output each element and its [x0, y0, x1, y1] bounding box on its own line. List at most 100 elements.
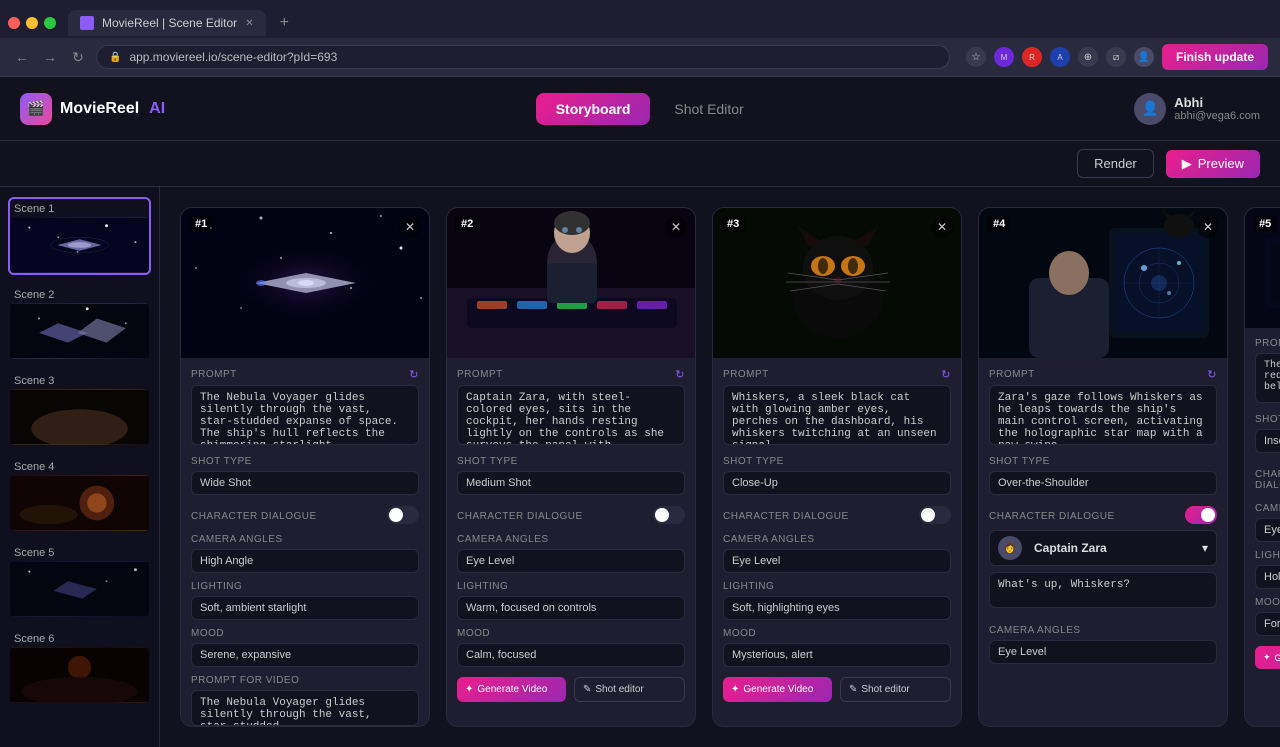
scene-3-thumb: [10, 389, 149, 445]
extension-icon-1[interactable]: M: [994, 47, 1014, 67]
shot-3-prompt-label: PROMPT ↻: [723, 368, 951, 381]
shot-2-prompt-input[interactable]: [457, 385, 685, 445]
shot-4-dialogue-input[interactable]: [989, 572, 1217, 608]
sidebar-item-scene-2[interactable]: Scene 2: [8, 283, 151, 361]
shot-5-mood-input[interactable]: [1255, 612, 1280, 636]
app-logo: 🎬 MovieReel AI: [20, 93, 165, 125]
edit-icon: ✎: [583, 684, 591, 695]
profile-icon[interactable]: 👤: [1134, 47, 1154, 67]
generate-icon-5: ✦: [1263, 652, 1271, 663]
shot-2-close-button[interactable]: ✕: [665, 216, 687, 238]
shot-1-close-button[interactable]: ✕: [399, 216, 421, 238]
shot-2-generate-video-button[interactable]: ✦ Generate Video: [457, 677, 566, 702]
new-tab-button[interactable]: +: [270, 8, 299, 38]
sidebar-item-scene-1[interactable]: Scene 1: [8, 197, 151, 275]
tab-storyboard[interactable]: Storyboard: [536, 93, 651, 125]
scene-6-label: Scene 6: [10, 629, 149, 647]
sidebar-item-scene-6[interactable]: Scene 6: [8, 627, 151, 705]
shot-3-camera-input[interactable]: [723, 549, 951, 573]
shot-5-prompt-input[interactable]: [1255, 353, 1280, 403]
back-button[interactable]: ←: [12, 49, 32, 65]
generate-icon: ✦: [465, 684, 473, 695]
shot-2-lighting-input[interactable]: [457, 596, 685, 620]
extension-icon-4[interactable]: ⊕: [1078, 47, 1098, 67]
play-icon: ▶: [1182, 156, 1192, 172]
tab-shot-editor[interactable]: Shot Editor: [654, 93, 763, 125]
shot-5-char-dialogue-label: CHARACTER DIALO...: [1255, 469, 1280, 491]
shot-3-shot-editor-button[interactable]: ✎ Shot editor: [840, 677, 951, 702]
shot-1-mood-input[interactable]: [191, 643, 419, 667]
shot-1-char-dialogue-toggle[interactable]: [387, 506, 419, 524]
user-avatar: 👤: [1134, 93, 1166, 125]
shot-4-close-button[interactable]: ✕: [1197, 216, 1219, 238]
shot-5-action-row: ✦ Generate Vi...: [1255, 646, 1280, 669]
shot-card-1: #1 ✕ PROMPT ↻ SHOT TYPE CHARACTER DIALOG…: [180, 207, 430, 727]
shot-2-mood-input[interactable]: [457, 643, 685, 667]
shot-2-camera-input[interactable]: [457, 549, 685, 573]
shot-2-shot-type-label: SHOT TYPE: [457, 456, 685, 467]
shot-3-close-button[interactable]: ✕: [931, 216, 953, 238]
sidebar-item-scene-5[interactable]: Scene 5: [8, 541, 151, 619]
shot-2-refresh-button[interactable]: ↻: [675, 368, 685, 381]
shot-card-3: #3 ✕ PROMPT ↻ SHOT TYPE CHARACTER DIALOG…: [712, 207, 962, 727]
maximize-window-button[interactable]: [44, 17, 56, 29]
shot-5-shot-type-input[interactable]: [1255, 429, 1280, 453]
extension-icon-3[interactable]: A: [1050, 47, 1070, 67]
shot-1-lighting-input[interactable]: [191, 596, 419, 620]
shot-3-generate-video-button[interactable]: ✦ Generate Video: [723, 677, 832, 702]
url-text: app.moviereel.io/scene-editor?pId=693: [129, 50, 337, 64]
shot-2-shot-editor-button[interactable]: ✎ Shot editor: [574, 677, 685, 702]
shot-1-refresh-button[interactable]: ↻: [409, 368, 419, 381]
scene-2-thumb: [10, 303, 149, 359]
shot-1-shot-type-input[interactable]: [191, 471, 419, 495]
canvas-area: #1 ✕ PROMPT ↻ SHOT TYPE CHARACTER DIALOG…: [160, 187, 1280, 747]
close-window-button[interactable]: [8, 17, 20, 29]
bookmark-icon[interactable]: ☆: [966, 47, 986, 67]
browser-actions: ☆ M R A ⊕ ⧄ 👤 Finish update: [966, 44, 1268, 70]
shot-3-prompt-input[interactable]: [723, 385, 951, 445]
shot-5-generate-video-button[interactable]: ✦ Generate Vi...: [1255, 646, 1280, 669]
shot-4-prompt-input[interactable]: [989, 385, 1217, 445]
shot-5-lighting-input[interactable]: [1255, 565, 1280, 589]
shot-1-prompt-label: PROMPT ↻: [191, 368, 419, 381]
url-bar[interactable]: 🔒 app.moviereel.io/scene-editor?pId=693: [96, 45, 950, 69]
shot-4-char-dialogue-toggle[interactable]: [1185, 506, 1217, 524]
shot-4-content: PROMPT ↻ SHOT TYPE CHARACTER DIALOGUE 👩: [979, 358, 1227, 674]
shot-3-refresh-button[interactable]: ↻: [941, 368, 951, 381]
shot-5-camera-input[interactable]: [1255, 518, 1280, 542]
shot-1-prompt-video-input[interactable]: [191, 690, 419, 726]
shot-4-camera-input[interactable]: [989, 640, 1217, 664]
shot-2-char-dialogue-toggle[interactable]: [653, 506, 685, 524]
shot-1-camera-input[interactable]: [191, 549, 419, 573]
shot-3-char-dialogue-toggle[interactable]: [919, 506, 951, 524]
shot-4-char-select[interactable]: 👩 Captain Zara ▾: [989, 530, 1217, 566]
shot-1-lighting-label: LIGHTING: [191, 581, 419, 592]
shot-2-content: PROMPT ↻ SHOT TYPE CHARACTER DIALOGUE CA…: [447, 358, 695, 712]
tab-close-button[interactable]: ✕: [245, 18, 253, 29]
shot-4-shot-type-input[interactable]: [989, 471, 1217, 495]
forward-button[interactable]: →: [40, 49, 60, 65]
shot-3-char-dialogue-row: CHARACTER DIALOGUE: [723, 503, 951, 526]
extensions-icon[interactable]: ⧄: [1106, 47, 1126, 67]
minimize-window-button[interactable]: [26, 17, 38, 29]
browser-tab[interactable]: MovieReel | Scene Editor ✕: [68, 10, 266, 36]
shot-2-shot-type-input[interactable]: [457, 471, 685, 495]
render-button[interactable]: Render: [1077, 149, 1154, 178]
shot-1-prompt-input[interactable]: [191, 385, 419, 445]
user-info: Abhi abhi@vega6.com: [1174, 95, 1260, 122]
finish-update-button[interactable]: Finish update: [1162, 44, 1268, 70]
scene-6-thumb: [10, 647, 149, 703]
shot-5-camera-label: CAMERA ANGLES: [1255, 503, 1280, 514]
sidebar-item-scene-3[interactable]: Scene 3: [8, 369, 151, 447]
extension-icon-2[interactable]: R: [1022, 47, 1042, 67]
shot-1-header: #1 ✕: [181, 208, 429, 358]
preview-button[interactable]: ▶ Preview: [1166, 150, 1260, 178]
sidebar-item-scene-4[interactable]: Scene 4: [8, 455, 151, 533]
shot-3-number: #3: [721, 216, 745, 232]
scene-3-label: Scene 3: [10, 371, 149, 389]
shot-3-shot-type-input[interactable]: [723, 471, 951, 495]
shot-4-refresh-button[interactable]: ↻: [1207, 368, 1217, 381]
shot-3-mood-input[interactable]: [723, 643, 951, 667]
shot-3-lighting-input[interactable]: [723, 596, 951, 620]
reload-button[interactable]: ↻: [68, 49, 88, 66]
